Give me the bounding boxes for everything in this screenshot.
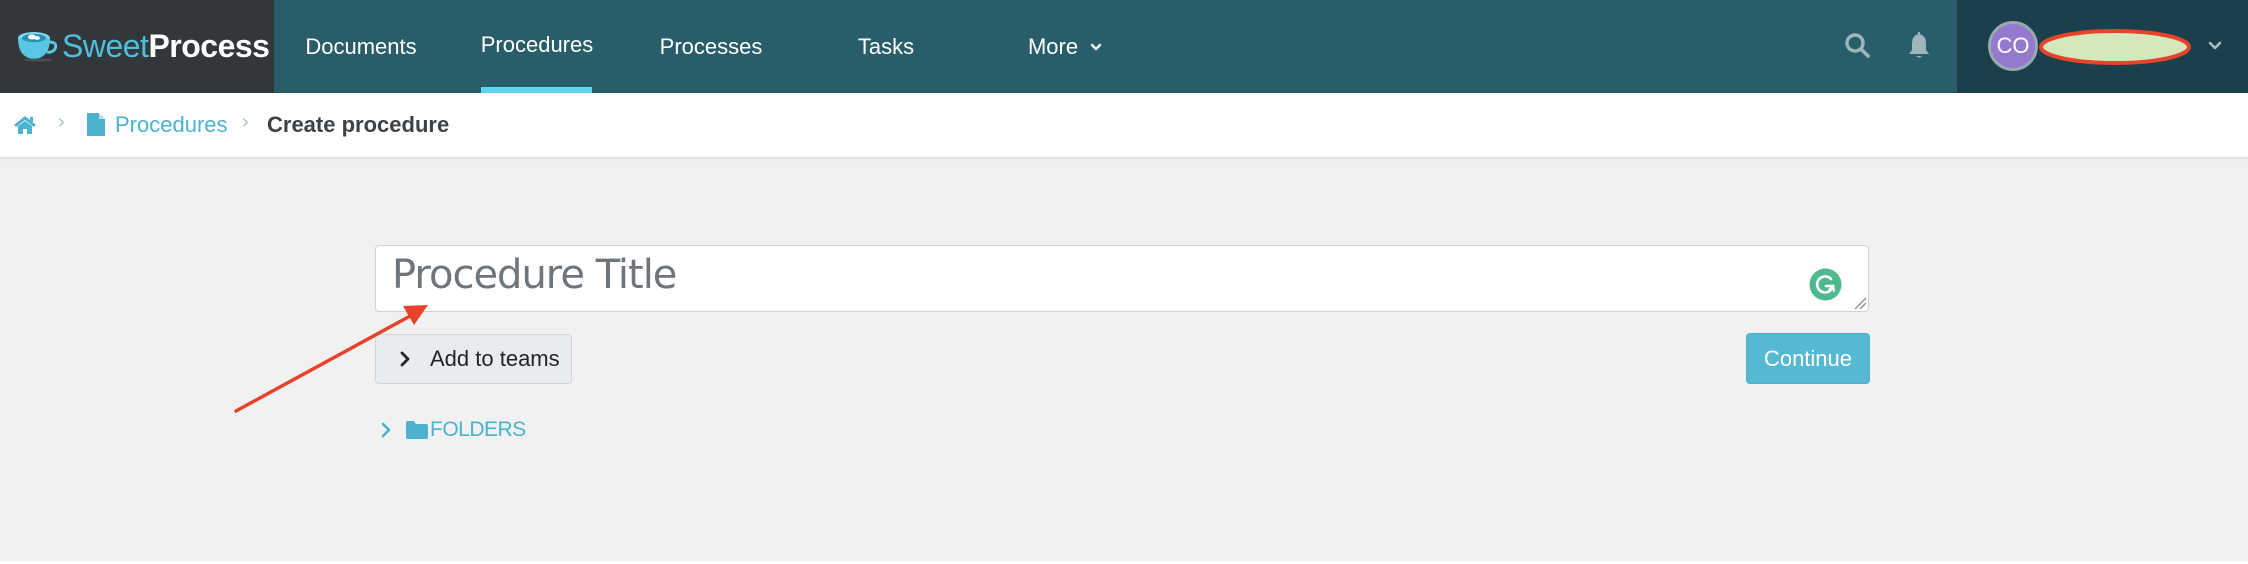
continue-button[interactable]: Continue [1746,333,1870,384]
nav-procedures-label: Procedures [480,31,594,57]
logo[interactable]: SweetProcess [0,0,274,93]
grammarly-icon[interactable] [1809,268,1842,301]
redacted-user-name [2039,29,2191,65]
folders-label: FOLDERS [430,418,526,441]
add-to-teams-label: Add to teams [430,346,560,371]
bell-icon[interactable] [1903,30,1935,62]
breadcrumb-procedures-link[interactable]: Procedures [115,112,228,138]
nav-more-label: More [1027,33,1079,59]
breadcrumb-separator: › [242,111,249,133]
coffee-cup-logo-icon [18,32,58,62]
breadcrumb: › Procedures › Create procedure [0,93,2248,157]
nav-documents-label: Documents [305,33,417,59]
procedure-title-input[interactable] [375,245,1869,312]
avatar-initials: CO [1996,33,2030,58]
folder-icon [406,421,428,439]
resize-handle-icon[interactable] [1853,296,1867,310]
add-to-teams-button[interactable]: Add to teams [375,334,572,384]
nav-procedures[interactable]: Procedures [462,0,612,93]
logo-text-process: Process [148,28,270,64]
logo-text-sweet: Sweet [62,28,149,64]
chevron-right-icon [400,351,410,367]
nav-documents[interactable]: Documents [274,0,448,93]
top-navbar: SweetProcess Documents Procedures Proces… [0,0,2248,93]
chevron-right-icon [381,422,391,438]
folders-toggle[interactable]: FOLDERS [380,416,526,444]
user-menu-chevron-down-icon[interactable] [2206,39,2224,53]
nav-processes[interactable]: Processes [630,0,792,93]
continue-label: Continue [1763,345,1853,371]
nav-tasks[interactable]: Tasks [810,0,962,93]
user-avatar[interactable]: CO [1988,21,2038,71]
document-icon [87,113,105,136]
breadcrumb-current-page: Create procedure [267,112,450,137]
search-icon[interactable] [1842,30,1874,62]
nav-processes-label: Processes [659,33,763,59]
nav-more-dropdown[interactable]: More [1000,0,1130,93]
breadcrumb-separator: › [58,111,65,133]
chevron-down-icon [1090,43,1102,50]
logo-wordmark: SweetProcess [62,28,270,65]
nav-tasks-label: Tasks [857,33,915,59]
home-icon[interactable] [13,115,37,135]
